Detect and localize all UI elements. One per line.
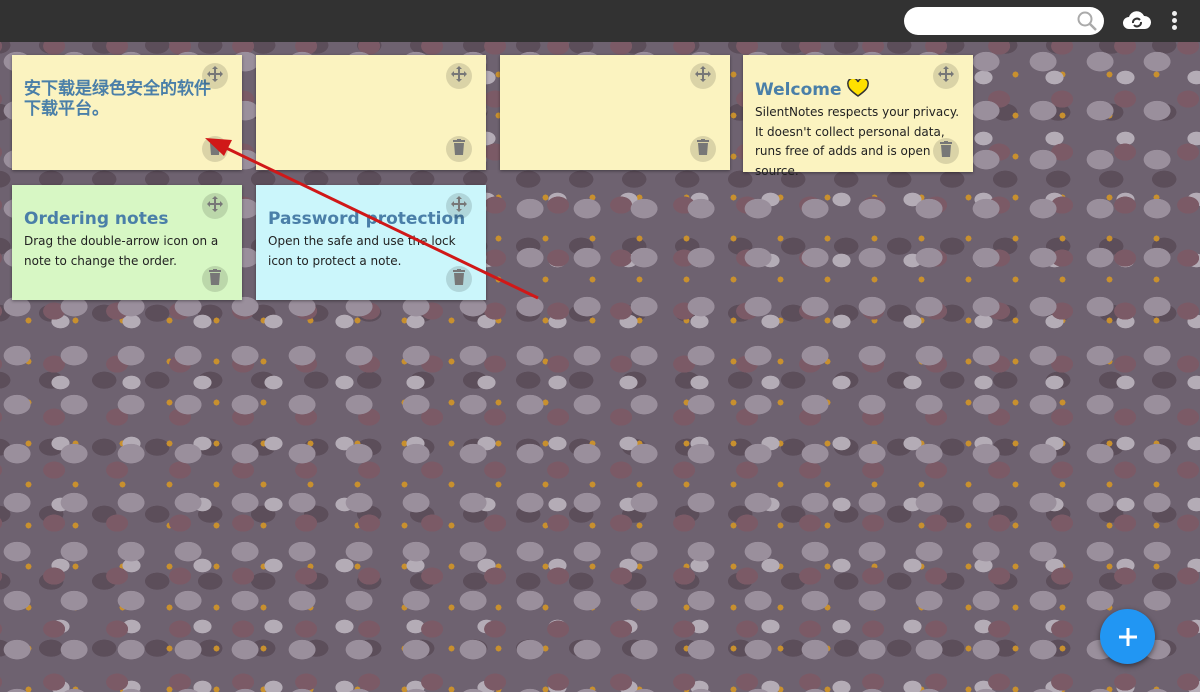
move-note-button[interactable] (446, 63, 472, 89)
note-body: SilentNotes respects your privacy. It do… (755, 105, 960, 178)
move-note-button[interactable] (202, 63, 228, 89)
move-note-button[interactable] (202, 193, 228, 219)
note-card[interactable]: Ordering notes Drag the double-arrow icon… (12, 185, 242, 300)
trash-icon (452, 139, 466, 159)
note-card[interactable] (256, 55, 486, 170)
search-input[interactable] (904, 7, 1069, 35)
delete-note-button[interactable] (202, 136, 228, 162)
note-card[interactable] (500, 55, 730, 170)
delete-note-button[interactable] (933, 138, 959, 164)
move-arrows-icon (206, 195, 224, 217)
search-icon[interactable] (1076, 10, 1098, 32)
note-card[interactable]: Password protection Open the safe and use… (256, 185, 486, 300)
note-card[interactable]: Welcome SilentNotes respects your privac… (743, 55, 973, 178)
trash-icon (208, 139, 222, 159)
delete-note-button[interactable] (446, 266, 472, 292)
add-note-button[interactable] (1100, 609, 1155, 664)
note-title: Password protection (268, 209, 466, 229)
move-note-button[interactable] (690, 63, 716, 89)
note-body: Drag the double-arrow icon on a note to … (24, 234, 219, 268)
note-title: Ordering notes (24, 209, 169, 229)
more-menu-button[interactable] (1168, 10, 1180, 32)
move-arrows-icon (694, 65, 712, 87)
move-arrows-icon (450, 195, 468, 217)
trash-icon (452, 269, 466, 289)
heart-icon (847, 77, 870, 97)
note-body: Open the safe and use the lock icon to p… (268, 234, 456, 268)
move-note-button[interactable] (446, 193, 472, 219)
search-box[interactable] (904, 7, 1104, 35)
plus-icon (1118, 627, 1137, 646)
note-title: 安下载是绿色安全的软件下载平台。 (24, 79, 211, 119)
move-note-button[interactable] (933, 63, 959, 89)
move-arrows-icon (206, 65, 224, 87)
top-bar (0, 0, 1200, 42)
trash-icon (696, 139, 710, 159)
move-arrows-icon (937, 65, 955, 87)
note-title: Welcome (755, 77, 961, 100)
delete-note-button[interactable] (690, 136, 716, 162)
trash-icon (208, 269, 222, 289)
trash-icon (939, 141, 953, 161)
move-arrows-icon (450, 65, 468, 87)
delete-note-button[interactable] (202, 266, 228, 292)
cloud-sync-icon[interactable] (1122, 9, 1152, 33)
delete-note-button[interactable] (446, 136, 472, 162)
note-card[interactable]: 安下载是绿色安全的软件下载平台。 (12, 55, 242, 170)
